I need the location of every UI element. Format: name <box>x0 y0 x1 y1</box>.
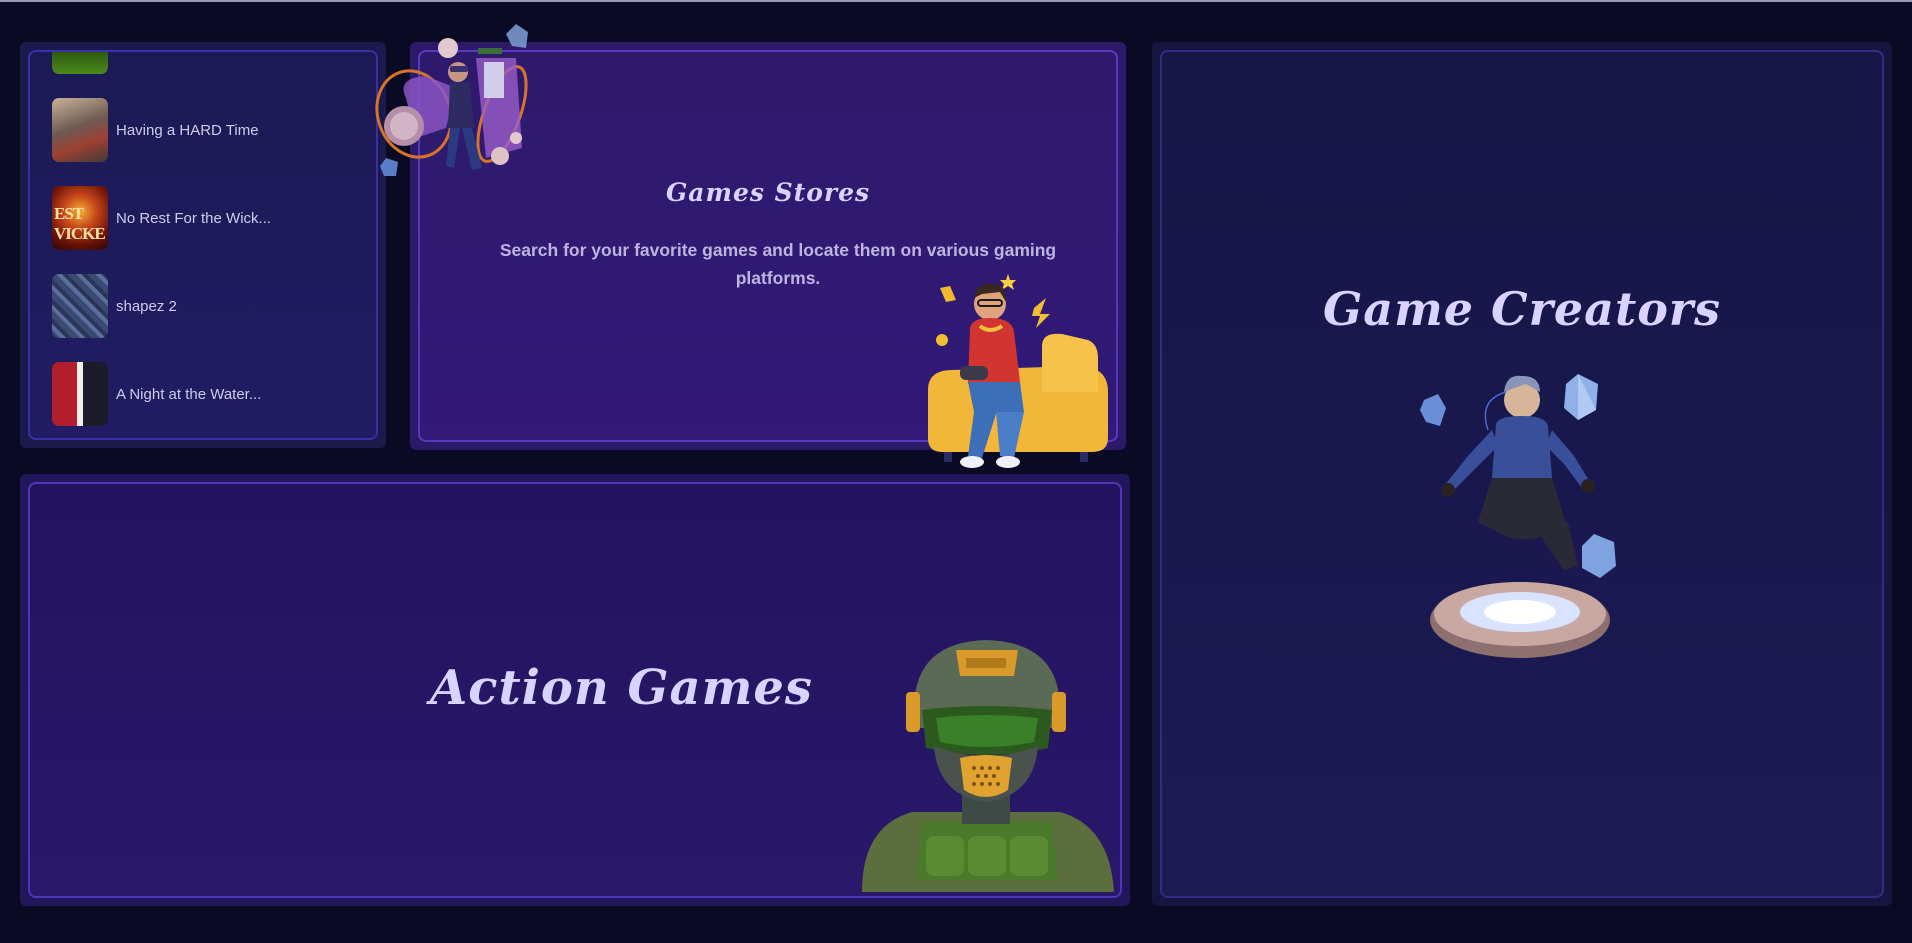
list-item[interactable]: shapez 2 <box>52 274 352 338</box>
game-thumbnail <box>52 98 108 162</box>
top-border <box>0 0 1912 2</box>
list-item[interactable]: A Night at the Water... <box>52 362 352 426</box>
recent-games-panel: Having a HARD Time EST VICKE No Rest For… <box>28 50 378 440</box>
game-title: Having a HARD Time <box>116 121 259 139</box>
list-item[interactable] <box>52 52 352 74</box>
list-item[interactable]: EST VICKE No Rest For the Wick... <box>52 186 352 250</box>
game-title: No Rest For the Wick... <box>116 209 272 227</box>
game-title: A Night at the Water... <box>116 385 262 403</box>
thumbnail-logo-text: EST VICKE <box>54 204 106 243</box>
recent-games-card: Having a HARD Time EST VICKE No Rest For… <box>20 42 386 448</box>
floating-avatar-illustration <box>1420 374 1616 658</box>
game-thumbnail <box>52 52 108 74</box>
list-item[interactable]: Having a HARD Time <box>52 98 352 162</box>
action-games-title: Action Games <box>430 660 813 716</box>
game-thumbnail <box>52 274 108 338</box>
game-title: shapez 2 <box>116 297 177 315</box>
game-thumbnail <box>52 362 108 426</box>
vr-player-illustration <box>375 24 528 176</box>
game-thumbnail: EST VICKE <box>52 186 108 250</box>
game-creators-title: Game Creators <box>1322 282 1722 336</box>
soldier-helmet-illustration <box>862 640 1114 892</box>
gamer-on-couch-illustration <box>928 274 1108 468</box>
